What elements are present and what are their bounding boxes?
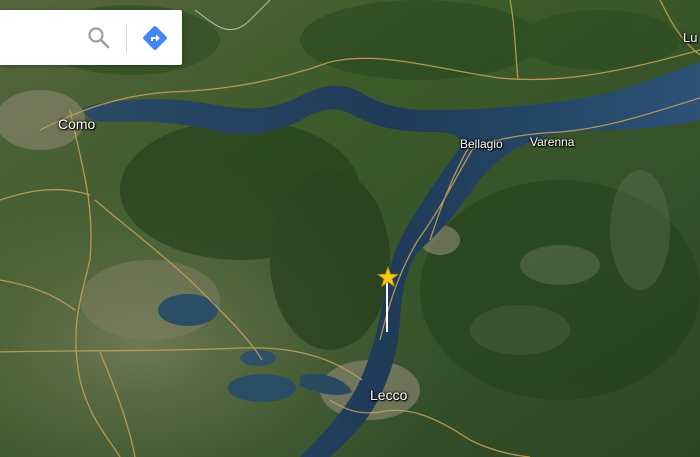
star-marker-icon[interactable] [377,266,399,336]
lake-small-2 [228,374,296,402]
place-label-varenna[interactable]: Varenna [530,135,574,149]
place-label-como[interactable]: Como [58,116,95,132]
place-label-bellagio[interactable]: Bellagio [460,137,503,151]
directions-icon[interactable] [141,24,169,52]
place-label-lecco[interactable]: Lecco [370,387,407,403]
place-label-lu[interactable]: Lu [683,30,697,45]
search-icon[interactable] [85,24,113,52]
lake-small-3 [240,350,276,366]
satellite-map[interactable] [0,0,700,457]
search-divider [126,24,127,52]
search-box [0,10,182,65]
search-input[interactable] [6,24,80,52]
